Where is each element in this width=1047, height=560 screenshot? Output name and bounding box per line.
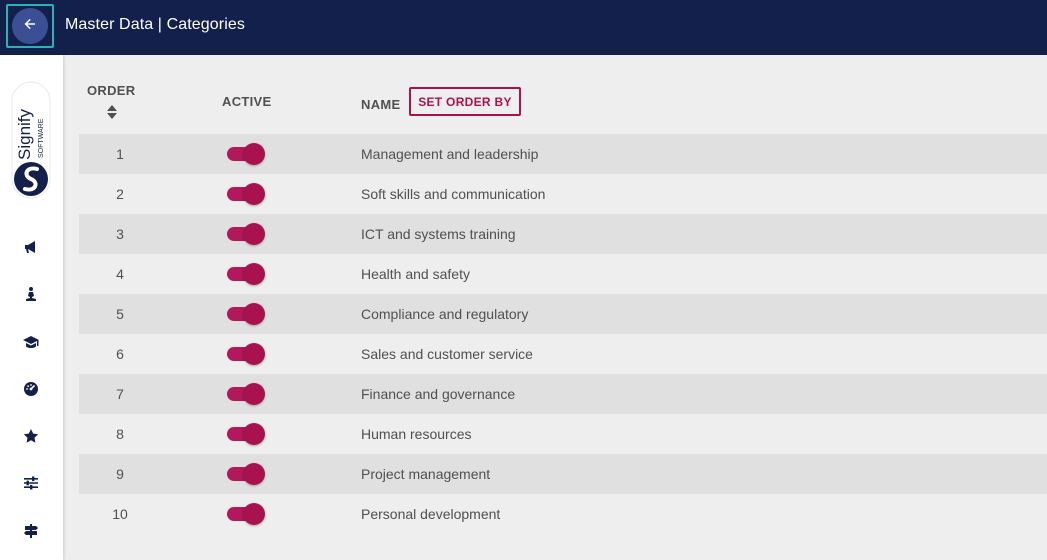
table-row[interactable]: 3 ICT and systems training — [79, 214, 1047, 254]
active-toggle[interactable] — [227, 503, 265, 525]
toggle-thumb — [243, 223, 265, 245]
active-toggle[interactable] — [227, 263, 265, 285]
order-cell: 6 — [116, 346, 124, 362]
graduation-cap-icon — [23, 334, 39, 355]
table-row[interactable]: 5 Compliance and regulatory — [79, 294, 1047, 334]
toggle-thumb — [243, 423, 265, 445]
order-cell: 5 — [116, 306, 124, 322]
order-cell: 7 — [116, 386, 124, 402]
toggle-thumb — [243, 343, 265, 365]
column-header-order: ORDER — [87, 83, 136, 98]
active-toggle[interactable] — [227, 223, 265, 245]
megaphone-icon — [23, 239, 39, 260]
order-cell: 3 — [116, 226, 124, 242]
order-cell: 9 — [116, 466, 124, 482]
active-toggle[interactable] — [227, 423, 265, 445]
toggle-thumb — [243, 503, 265, 525]
category-name: ICT and systems training — [361, 226, 516, 242]
sliders-icon — [23, 475, 39, 496]
signpost-icon — [23, 523, 39, 544]
order-cell: 8 — [116, 426, 124, 442]
table-row[interactable]: 2 Soft skills and communication — [79, 174, 1047, 214]
column-header-name: NAME — [361, 97, 401, 112]
top-bar: Master Data | Categories — [0, 0, 1047, 55]
toggle-thumb — [243, 183, 265, 205]
category-name: Finance and governance — [361, 386, 516, 402]
category-name: Personal development — [361, 506, 501, 522]
logo-wordmark: Signify — [15, 108, 34, 160]
nav-favourites[interactable] — [20, 427, 42, 449]
back-button-focus-ring — [6, 4, 54, 48]
nav-settings[interactable] — [20, 474, 42, 496]
active-toggle[interactable] — [227, 183, 265, 205]
toggle-thumb — [243, 303, 265, 325]
sidebar: Signify SOFTWARE — [0, 55, 63, 560]
table-row[interactable]: 1 Management and leadership — [79, 134, 1047, 174]
active-toggle[interactable] — [227, 383, 265, 405]
set-order-by-button[interactable]: SET ORDER BY — [409, 87, 521, 116]
arrow-left-icon — [22, 16, 38, 37]
category-name: Project management — [361, 466, 491, 482]
categories-table: 1 Management and leadership 2 Soft skills a… — [79, 134, 1047, 534]
star-icon — [23, 428, 39, 449]
active-toggle[interactable] — [227, 343, 265, 365]
table-row[interactable]: 10 Personal development — [79, 494, 1047, 534]
active-toggle[interactable] — [227, 303, 265, 325]
category-name: Health and safety — [361, 266, 470, 282]
category-name: Compliance and regulatory — [361, 306, 529, 322]
order-cell: 1 — [116, 146, 124, 162]
active-toggle[interactable] — [227, 143, 265, 165]
person-meditate-icon — [23, 286, 39, 307]
signify-logo: Signify SOFTWARE — [10, 80, 52, 200]
toggle-thumb — [243, 143, 265, 165]
nav-announcements[interactable] — [20, 238, 42, 260]
order-cell: 4 — [116, 266, 124, 282]
table-row[interactable]: 4 Health and safety — [79, 254, 1047, 294]
toggle-thumb — [243, 463, 265, 485]
order-cell: 2 — [116, 186, 124, 202]
dashboard-gauge-icon — [23, 381, 39, 402]
nav-wellbeing[interactable] — [20, 285, 42, 307]
nav-dashboard[interactable] — [20, 380, 42, 402]
table-row[interactable]: 9 Project management — [79, 454, 1047, 494]
category-name: Human resources — [361, 426, 472, 442]
nav-directions[interactable] — [20, 522, 42, 544]
sort-icon[interactable] — [105, 104, 119, 120]
active-toggle[interactable] — [227, 463, 265, 485]
category-name: Sales and customer service — [361, 346, 533, 362]
column-header-active: ACTIVE — [222, 94, 272, 109]
toggle-thumb — [243, 263, 265, 285]
table-row[interactable]: 7 Finance and governance — [79, 374, 1047, 414]
logo-subtext: SOFTWARE — [38, 118, 45, 158]
toggle-thumb — [243, 383, 265, 405]
order-cell: 10 — [112, 506, 128, 522]
main-content: ORDER ACTIVE NAME SET ORDER BY 1 Manageme… — [63, 55, 1047, 560]
table-row[interactable]: 6 Sales and customer service — [79, 334, 1047, 374]
category-name: Soft skills and communication — [361, 186, 546, 202]
category-name: Management and leadership — [361, 146, 539, 162]
page-title: Master Data | Categories — [65, 16, 245, 33]
table-row[interactable]: 8 Human resources — [79, 414, 1047, 454]
app-root: Master Data | Categories Signify SOFTWAR… — [0, 0, 1047, 560]
back-button[interactable] — [12, 8, 48, 44]
nav-training[interactable] — [20, 333, 42, 355]
